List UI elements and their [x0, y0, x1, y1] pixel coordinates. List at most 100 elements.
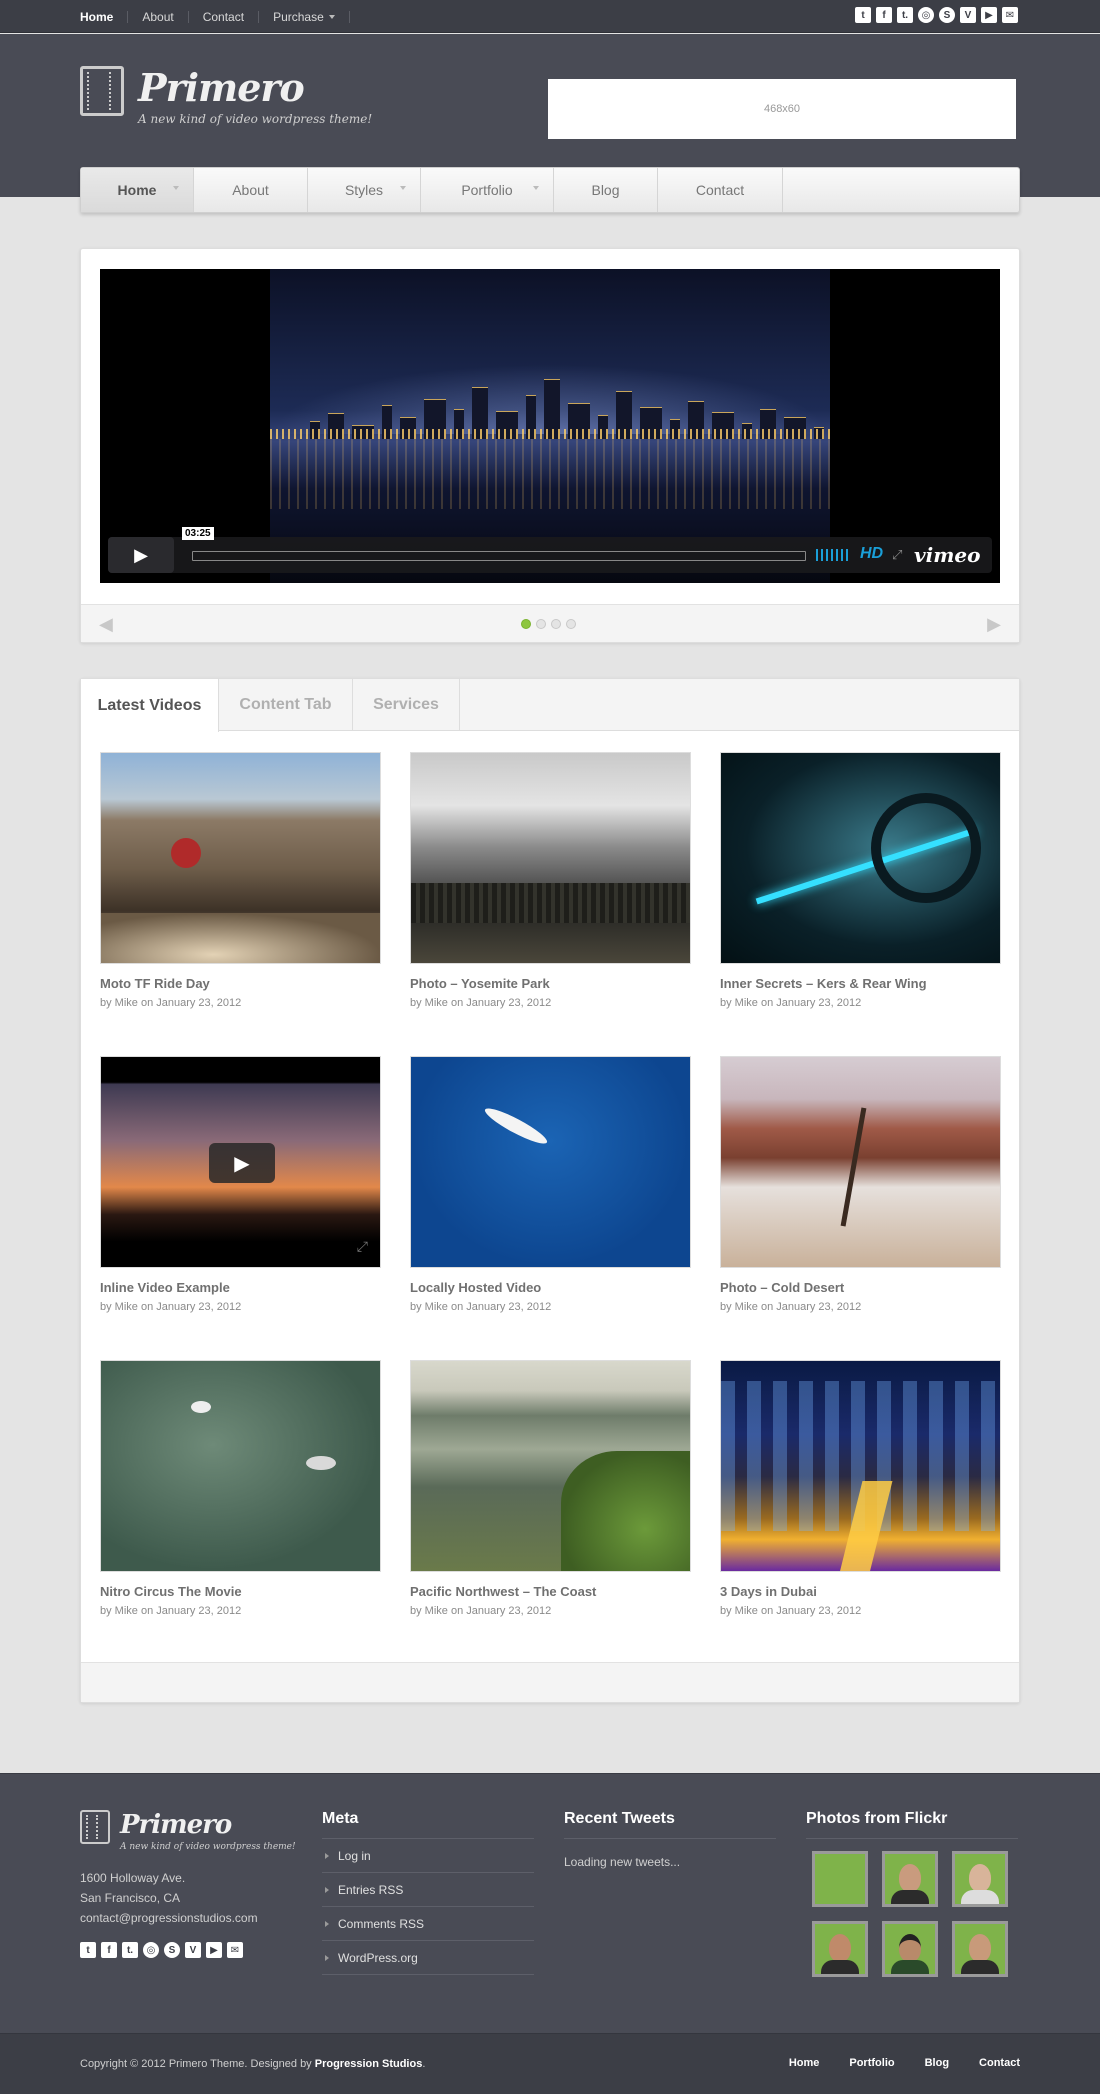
main-nav-styles-label: Styles: [344, 182, 384, 198]
skype-icon[interactable]: S: [939, 7, 955, 23]
vimeo-icon[interactable]: V: [185, 1942, 201, 1958]
film-strip-icon: [80, 1810, 110, 1844]
contact-email-link[interactable]: contact@progressionstudios.com: [80, 1911, 258, 1925]
video-progress-bar[interactable]: [192, 551, 806, 561]
bottom-nav-blog[interactable]: Blog: [925, 2057, 949, 2069]
ad-banner[interactable]: 468x60: [548, 79, 1016, 139]
video-thumbnail-nitro-circus[interactable]: [100, 1360, 381, 1572]
dribbble-icon[interactable]: ◎: [143, 1942, 159, 1958]
content-footer: [81, 1662, 1019, 1702]
video-thumbnail-dubai[interactable]: [720, 1360, 1001, 1572]
top-nav-purchase[interactable]: Purchase: [259, 10, 350, 23]
flickr-photo[interactable]: [882, 1921, 938, 1977]
main-nav-blog[interactable]: Blog: [554, 168, 658, 212]
video-thumbnail-moto[interactable]: [100, 752, 381, 964]
video-title[interactable]: Locally Hosted Video: [410, 1280, 691, 1295]
main-nav-contact[interactable]: Contact: [658, 168, 783, 212]
flickr-photo[interactable]: [952, 1921, 1008, 1977]
site-footer: Primero A new kind of video wordpress th…: [0, 1773, 1100, 2033]
twitter-icon[interactable]: t: [855, 7, 871, 23]
bottom-nav-portfolio[interactable]: Portfolio: [849, 2057, 894, 2069]
video-meta: by Mike on January 23, 2012: [720, 1605, 862, 1617]
video-thumbnail-pacific-northwest[interactable]: [410, 1360, 691, 1572]
video-title[interactable]: Photo – Yosemite Park: [410, 976, 691, 991]
content-tabs-panel: Latest Videos Content Tab Services Moto …: [80, 678, 1020, 1703]
email-icon[interactable]: ✉: [227, 1942, 243, 1958]
video-title[interactable]: Photo – Cold Desert: [720, 1280, 1001, 1295]
skype-icon[interactable]: S: [164, 1942, 180, 1958]
tumblr-icon[interactable]: t.: [122, 1942, 138, 1958]
video-title[interactable]: Inner Secrets – Kers & Rear Wing: [720, 976, 1001, 991]
site-logo[interactable]: Primero A new kind of video wordpress th…: [80, 66, 372, 126]
email-icon[interactable]: ✉: [1002, 7, 1018, 23]
play-button[interactable]: ▶: [108, 537, 174, 573]
video-meta: by Mike on January 23, 2012: [410, 1605, 552, 1617]
flickr-photo[interactable]: [882, 1851, 938, 1907]
video-card: Nitro Circus The Movie by Mike on Januar…: [100, 1360, 381, 1617]
slider-dot[interactable]: [521, 619, 531, 629]
designer-link[interactable]: Progression Studios: [315, 2058, 423, 2070]
bottom-nav-home[interactable]: Home: [789, 2057, 820, 2069]
video-thumbnail-cold-desert[interactable]: [720, 1056, 1001, 1268]
main-nav-home[interactable]: Home: [81, 168, 194, 212]
fullscreen-icon[interactable]: ⤢: [357, 1238, 368, 1255]
tab-services[interactable]: Services: [353, 679, 460, 731]
video-title[interactable]: Pacific Northwest – The Coast: [410, 1584, 691, 1599]
tab-latest-videos[interactable]: Latest Videos: [81, 679, 219, 732]
meta-link-wordpress[interactable]: WordPress.org: [322, 1941, 534, 1975]
top-nav-home[interactable]: Home: [80, 10, 129, 23]
next-arrow-icon[interactable]: ▶: [987, 614, 1001, 635]
chevron-down-icon: [328, 15, 335, 20]
top-nav-contact[interactable]: Contact: [189, 10, 260, 23]
youtube-icon[interactable]: ▶: [206, 1942, 222, 1958]
top-nav-about[interactable]: About: [128, 10, 189, 23]
video-player[interactable]: ▶ 03:25 HD ⤢ vimeo: [100, 269, 1000, 583]
main-nav-about[interactable]: About: [194, 168, 308, 212]
top-bar: Home About Contact Purchase t f t. ◎ S V…: [0, 0, 1100, 33]
previous-arrow-icon[interactable]: ◀: [99, 614, 113, 635]
youtube-icon[interactable]: ▶: [981, 7, 997, 23]
slider-dot[interactable]: [566, 619, 576, 629]
video-title[interactable]: Nitro Circus The Movie: [100, 1584, 381, 1599]
footer-flickr: Photos from Flickr: [806, 1810, 1018, 1977]
dribbble-icon[interactable]: ◎: [918, 7, 934, 23]
footer-logo[interactable]: Primero A new kind of video wordpress th…: [80, 1810, 296, 1852]
bottom-nav-contact[interactable]: Contact: [979, 2057, 1020, 2069]
vimeo-logo[interactable]: vimeo: [914, 543, 980, 567]
video-thumbnail-yosemite[interactable]: [410, 752, 691, 964]
video-meta: by Mike on January 23, 2012: [410, 1301, 552, 1313]
meta-link-entries-rss[interactable]: Entries RSS: [322, 1873, 534, 1907]
footer-meta: Meta Log in Entries RSS Comments RSS Wor…: [322, 1810, 534, 1975]
flickr-photo[interactable]: [952, 1851, 1008, 1907]
hd-toggle[interactable]: HD: [860, 545, 883, 563]
volume-icon[interactable]: [816, 549, 850, 561]
video-thumbnail-inner-secrets[interactable]: [720, 752, 1001, 964]
video-thumbnail-locally-hosted[interactable]: [410, 1056, 691, 1268]
video-title[interactable]: 3 Days in Dubai: [720, 1584, 1001, 1599]
meta-link-comments-rss[interactable]: Comments RSS: [322, 1907, 534, 1941]
slider-dot[interactable]: [551, 619, 561, 629]
facebook-icon[interactable]: f: [101, 1942, 117, 1958]
copyright-text: Copyright © 2012 Primero Theme. Designed…: [80, 2058, 315, 2070]
flickr-gallery: [812, 1851, 1018, 1977]
address-line: San Francisco, CA: [80, 1891, 181, 1905]
main-nav-portfolio[interactable]: Portfolio: [421, 168, 554, 212]
meta-link-login[interactable]: Log in: [322, 1839, 534, 1873]
tumblr-icon[interactable]: t.: [897, 7, 913, 23]
film-strip-icon: [80, 66, 124, 116]
tab-content-tab[interactable]: Content Tab: [219, 679, 353, 731]
fullscreen-icon[interactable]: ⤢: [892, 547, 902, 563]
flickr-photo[interactable]: [812, 1851, 868, 1907]
tab-bar: Latest Videos Content Tab Services: [81, 679, 1019, 732]
facebook-icon[interactable]: f: [876, 7, 892, 23]
video-thumbnail-inline[interactable]: ▶ ⤢: [100, 1056, 381, 1268]
video-title[interactable]: Inline Video Example: [100, 1280, 381, 1295]
flickr-photo[interactable]: [812, 1921, 868, 1977]
main-nav-styles[interactable]: Styles: [308, 168, 421, 212]
play-icon[interactable]: ▶: [209, 1143, 275, 1183]
vimeo-icon[interactable]: V: [960, 7, 976, 23]
slider-dot[interactable]: [536, 619, 546, 629]
footer-meta-heading: Meta: [322, 1810, 534, 1839]
video-title[interactable]: Moto TF Ride Day: [100, 976, 381, 991]
twitter-icon[interactable]: t: [80, 1942, 96, 1958]
